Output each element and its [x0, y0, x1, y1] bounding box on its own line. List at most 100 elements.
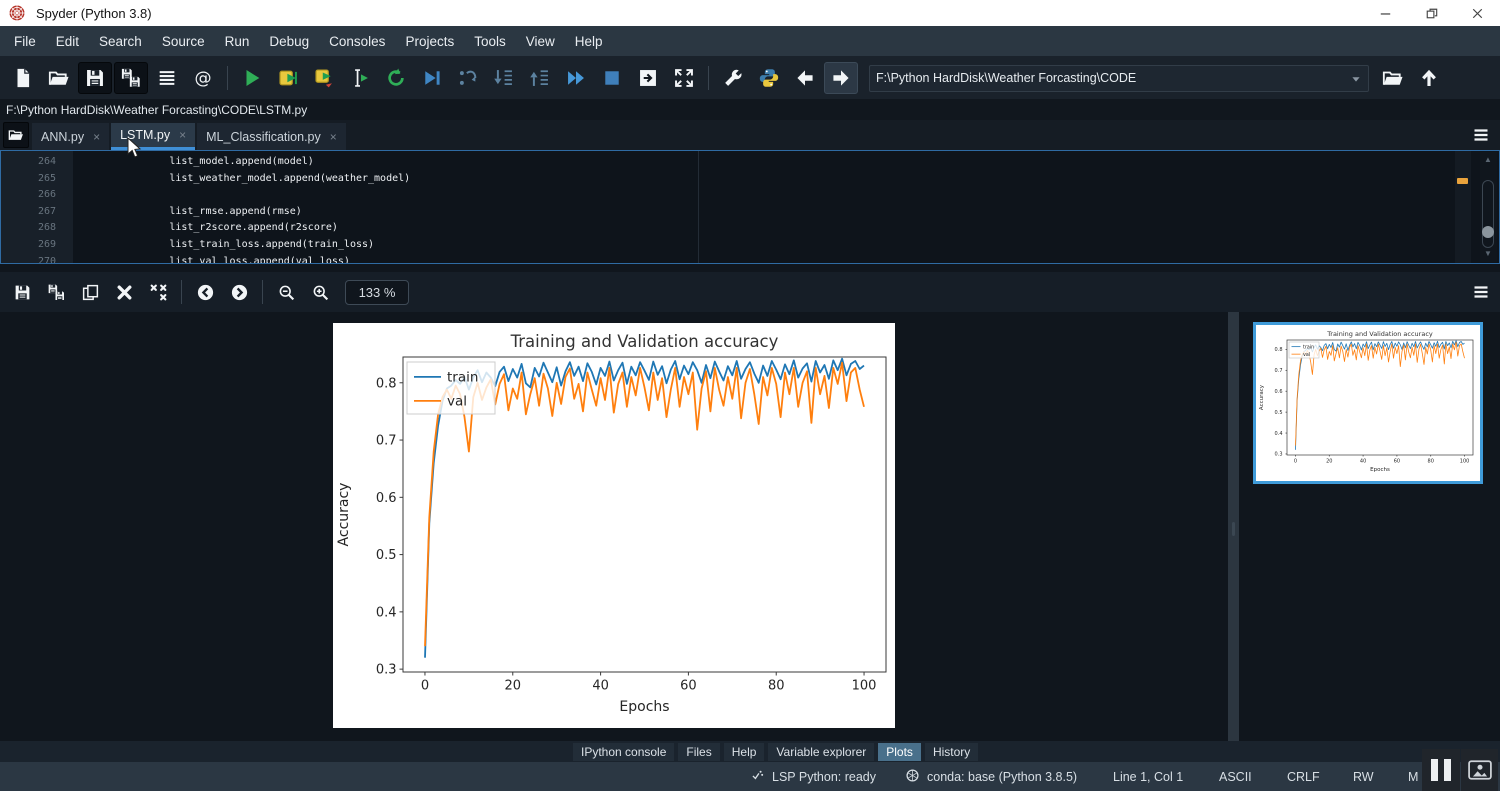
line-number: 267 [1, 204, 73, 221]
svg-text:0.6: 0.6 [1275, 389, 1283, 395]
remove-all-plots-button[interactable] [143, 277, 173, 307]
lsp-status: LSP Python: ready [750, 762, 876, 791]
close-tab-icon[interactable]: × [93, 130, 100, 144]
menu-file[interactable]: File [4, 26, 46, 57]
pythonpath-manager-button[interactable] [752, 62, 786, 94]
stop-debugging-button[interactable] [595, 62, 629, 94]
menu-source[interactable]: Source [152, 26, 215, 57]
scroll-up-icon[interactable]: ▲ [1482, 156, 1494, 164]
save-file-button[interactable] [78, 62, 112, 94]
previous-plot-button[interactable] [190, 277, 220, 307]
spyder-window: Spyder (Python 3.8) FileEditSearchSource… [0, 0, 1500, 791]
scroll-down-icon[interactable]: ▼ [1482, 250, 1494, 258]
bottom-tab-files[interactable]: Files [678, 743, 719, 761]
close-tab-icon[interactable]: × [179, 128, 186, 142]
mouse-cursor [127, 138, 143, 160]
code-editor[interactable]: 264265266267268269270 list_model.append(… [0, 150, 1500, 264]
svg-text:0.5: 0.5 [376, 548, 397, 563]
plot-thumbnail[interactable]: 0204060801000.30.40.50.60.70.8Training a… [1253, 322, 1483, 484]
next-plot-button[interactable] [224, 277, 254, 307]
line-number: 265 [1, 171, 73, 188]
save-all-button[interactable] [114, 62, 148, 94]
step-return-button[interactable] [523, 62, 557, 94]
close-button[interactable] [1454, 0, 1500, 26]
file-switcher-button[interactable] [150, 62, 184, 94]
pane-splitter[interactable] [1228, 312, 1239, 762]
editor-tab-ml_classification-py[interactable]: ML_Classification.py× [197, 123, 346, 150]
code-area[interactable]: list_model.append(model) list_weather_mo… [73, 151, 1453, 263]
run-file-button[interactable] [235, 62, 269, 94]
browse-tabs-button[interactable] [3, 122, 29, 148]
menu-edit[interactable]: Edit [46, 26, 89, 57]
code-line: list_train_loss.append(train_loss) [73, 237, 1453, 254]
save-all-plots-button[interactable] [41, 277, 71, 307]
main-toolbar: @ F:\Python HardDisk\Weather Forcasting\… [0, 57, 1500, 99]
restore-button[interactable] [1408, 0, 1454, 26]
maximize-pane-button[interactable] [631, 62, 665, 94]
minimize-button[interactable] [1362, 0, 1408, 26]
menu-projects[interactable]: Projects [395, 26, 464, 57]
zoom-in-button[interactable] [305, 277, 335, 307]
symbol-finder-button[interactable]: @ [186, 62, 220, 94]
bottom-tab-plots[interactable]: Plots [878, 743, 921, 761]
editor-options-menu-button[interactable] [1468, 123, 1494, 147]
browse-working-directory-button[interactable] [1376, 62, 1410, 94]
menu-view[interactable]: View [516, 26, 565, 57]
fullscreen-button[interactable] [667, 62, 701, 94]
bottom-tab-history[interactable]: History [925, 743, 978, 761]
run-cell-button[interactable] [271, 62, 305, 94]
bottom-tab-help[interactable]: Help [724, 743, 765, 761]
svg-text:80: 80 [1428, 459, 1434, 465]
menu-help[interactable]: Help [565, 26, 613, 57]
working-directory-field[interactable]: F:\Python HardDisk\Weather Forcasting\CO… [869, 65, 1369, 92]
breadcrumb: F:\Python HardDisk\Weather Forcasting\CO… [0, 99, 1500, 120]
parent-directory-button[interactable] [1412, 62, 1446, 94]
menu-run[interactable]: Run [215, 26, 260, 57]
open-file-button[interactable] [42, 62, 76, 94]
editor-tabs: ANN.py×LSTM.py×ML_Classification.py× [32, 123, 348, 150]
toolbar-separator [227, 66, 228, 90]
step-into-button[interactable] [487, 62, 521, 94]
interpreter-status[interactable]: conda: base (Python 3.8.5) [905, 762, 1077, 791]
forward-button[interactable] [824, 62, 858, 94]
back-button[interactable] [788, 62, 822, 94]
bottom-tab-ipython-console[interactable]: IPython console [573, 743, 674, 761]
menu-consoles[interactable]: Consoles [319, 26, 395, 57]
code-line: list_rmse.append(rmse) [73, 204, 1453, 221]
recorder-pause-button[interactable] [1422, 749, 1460, 791]
warning-flag[interactable] [1457, 178, 1468, 184]
bottom-tab-variable-explorer[interactable]: Variable explorer [768, 743, 874, 761]
menu-debug[interactable]: Debug [259, 26, 319, 57]
continue-execution-button[interactable] [559, 62, 593, 94]
save-plot-button[interactable] [7, 277, 37, 307]
run-cell-advance-button[interactable] [307, 62, 341, 94]
debug-file-button[interactable] [415, 62, 449, 94]
zoom-out-button[interactable] [271, 277, 301, 307]
plots-options-menu-button[interactable] [1468, 280, 1494, 304]
recorder-screenshot-button[interactable] [1461, 749, 1498, 791]
copy-image-button[interactable] [75, 277, 105, 307]
conda-icon [905, 768, 927, 786]
svg-text:Epochs: Epochs [1370, 467, 1390, 473]
editor-tab-ann-py[interactable]: ANN.py× [32, 123, 109, 150]
menu-tools[interactable]: Tools [464, 26, 516, 57]
editor-scrollbar[interactable]: ▲ ▼ [1480, 152, 1497, 262]
bottom-pane-tabs: IPython consoleFiles HelpVariable explore… [0, 741, 1500, 762]
svg-text:20: 20 [1326, 459, 1332, 465]
chevron-down-icon[interactable] [1350, 72, 1362, 84]
preferences-button[interactable] [716, 62, 750, 94]
remove-plot-button[interactable] [109, 277, 139, 307]
svg-text:100: 100 [852, 679, 877, 694]
code-line: list_model.append(model) [73, 154, 1453, 171]
new-file-button[interactable] [6, 62, 40, 94]
svg-text:0: 0 [421, 679, 429, 694]
step-over-button[interactable] [451, 62, 485, 94]
svg-text:Training and Validation accura: Training and Validation accuracy [510, 332, 779, 351]
editor-tab-lstm-py[interactable]: LSTM.py× [111, 123, 195, 150]
scrollbar-dot[interactable] [1482, 226, 1494, 238]
svg-text:Accuracy: Accuracy [1259, 384, 1265, 410]
close-tab-icon[interactable]: × [330, 130, 337, 144]
rerun-cell-button[interactable] [379, 62, 413, 94]
run-selection-button[interactable] [343, 62, 377, 94]
menu-search[interactable]: Search [89, 26, 152, 57]
